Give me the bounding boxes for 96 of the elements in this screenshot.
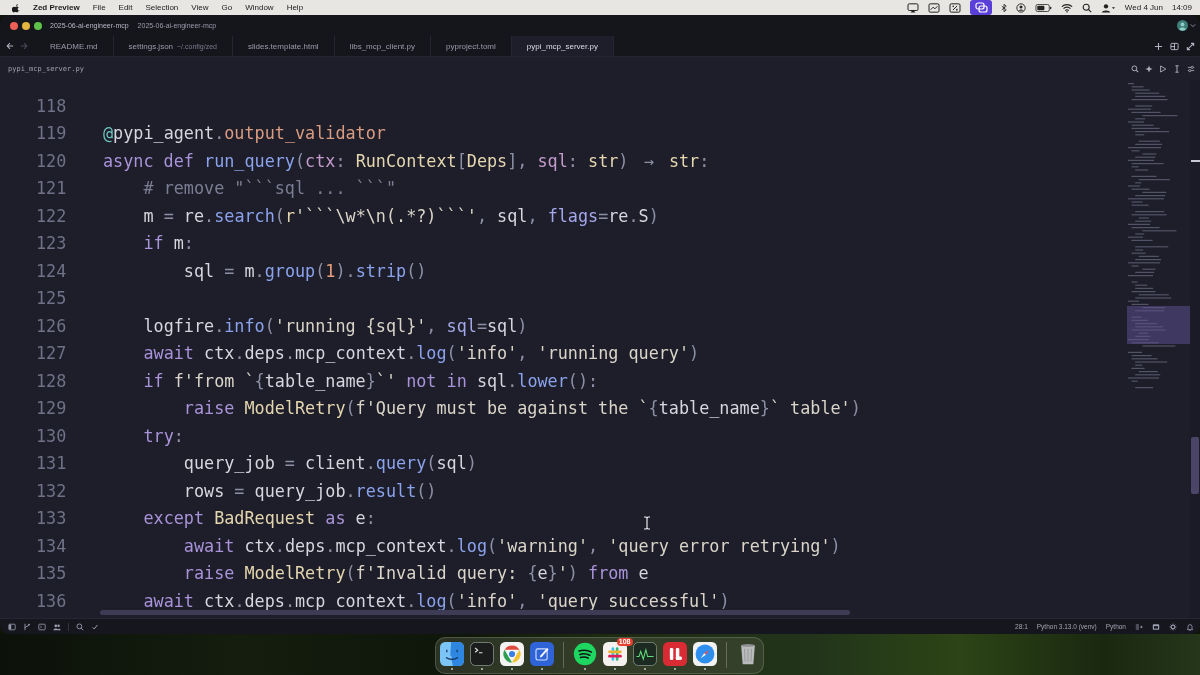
play-icon[interactable] xyxy=(1159,64,1167,73)
split-pane-icon[interactable] xyxy=(1170,41,1179,51)
code-line: except BadRequest as e: xyxy=(143,508,376,529)
branch-icon[interactable] xyxy=(23,622,31,631)
compass-icon[interactable] xyxy=(692,642,717,666)
line-number: 128 xyxy=(36,370,67,391)
text-cursor-icon[interactable] xyxy=(1173,64,1181,73)
menu-bar-time[interactable]: 14:09 xyxy=(1171,3,1192,12)
line-number: 126 xyxy=(36,315,67,336)
code-line: query_job = client.query(sql) xyxy=(183,453,477,474)
vertical-scrollbar-thumb[interactable] xyxy=(1191,437,1199,494)
zoom-window-button[interactable] xyxy=(34,21,42,30)
code-line: raise ModelRetry(f'Invalid query: {e}') from e xyxy=(183,563,649,584)
menu-item[interactable]: Help xyxy=(286,3,304,12)
check-icon[interactable] xyxy=(91,622,99,631)
line-number: 120 xyxy=(36,150,67,171)
search-icon[interactable] xyxy=(76,622,84,631)
menu-bar-date[interactable]: Wed 4 Jun xyxy=(1124,3,1163,12)
pencil-tile-icon[interactable] xyxy=(529,642,554,666)
code-line: rows = query_job.result() xyxy=(183,480,437,501)
line-number: 132 xyxy=(36,480,67,501)
code-line: if f'from `{table_name}`' not in sql.lower(): xyxy=(143,370,599,391)
code-line: try: xyxy=(143,425,184,446)
terminal-icon[interactable] xyxy=(469,642,494,666)
stacked-squares-icon[interactable] xyxy=(969,0,992,15)
line-number: 129 xyxy=(36,398,67,419)
menu-item[interactable]: Go xyxy=(221,3,233,12)
screen-mirroring-icon[interactable] xyxy=(906,2,919,13)
line-number: 136 xyxy=(36,590,67,611)
monitor-graph-icon[interactable] xyxy=(632,642,657,666)
sidebar-icon[interactable] xyxy=(8,622,16,631)
menu-item[interactable]: Window xyxy=(245,3,274,12)
list-plus-icon[interactable] xyxy=(1135,622,1143,631)
search-icon[interactable] xyxy=(1081,2,1092,13)
code-line: await ctx.deps.mcp_context.log('warning', 'query error retrying') xyxy=(183,535,841,556)
vertical-scrollbar[interactable] xyxy=(1190,80,1200,618)
tab[interactable]: pypi_mcp_server.py xyxy=(511,36,614,56)
avatar-icon[interactable] xyxy=(1177,20,1188,31)
menu-item[interactable]: File xyxy=(92,3,106,12)
code-line: logfire.info('running {sql}', sql=sql) xyxy=(143,315,528,336)
bluetooth-icon[interactable] xyxy=(1000,2,1007,13)
line-number: 127 xyxy=(36,343,67,364)
app-menu[interactable]: Zed Preview xyxy=(33,3,80,12)
code-line: await ctx.deps.mcp_context.log('info', 'running query') xyxy=(143,343,700,364)
i-beam-cursor-icon xyxy=(643,516,651,530)
terminal-box-icon[interactable] xyxy=(38,622,46,631)
menu-item[interactable]: Edit xyxy=(118,3,133,12)
line-number: 131 xyxy=(36,453,67,474)
line-number: 123 xyxy=(36,233,67,254)
line-number: 134 xyxy=(36,535,67,556)
code-line: async def run_query(ctx: RunContext[Deps], sql: str) → str: xyxy=(103,150,710,171)
apple-logo-icon[interactable] xyxy=(12,2,21,13)
search-icon[interactable] xyxy=(1131,64,1139,73)
wifi-icon[interactable] xyxy=(1060,2,1073,13)
expand-icon[interactable] xyxy=(1186,41,1195,51)
menu-item[interactable]: View xyxy=(191,3,209,12)
battery-icon[interactable] xyxy=(1034,3,1052,12)
code-line: sql = m.group(1).strip() xyxy=(183,260,427,281)
line-number: 124 xyxy=(36,260,67,281)
ring-logo-icon[interactable] xyxy=(499,642,524,666)
minimize-window-button[interactable] xyxy=(22,21,30,30)
position-marker-icon xyxy=(1191,160,1200,162)
smiley-tile-icon[interactable] xyxy=(439,642,464,666)
sliders-icon[interactable] xyxy=(1187,64,1195,73)
code-line: @pypi_agent.output_validator xyxy=(103,123,386,144)
line-number: 130 xyxy=(36,425,67,446)
horizontal-scrollbar-thumb[interactable] xyxy=(100,610,850,615)
code-line: raise ModelRetry(f'Query must be against the `{table_name}` table') xyxy=(183,398,861,419)
percent-box-icon[interactable] xyxy=(948,2,961,13)
close-window-button[interactable] xyxy=(10,21,18,30)
plus-icon[interactable] xyxy=(1154,41,1163,51)
chart-icon[interactable] xyxy=(927,2,940,13)
line-number: 133 xyxy=(36,508,67,529)
people-icon[interactable] xyxy=(53,622,61,631)
menu-item[interactable]: Selection xyxy=(145,3,179,12)
bell-icon[interactable] xyxy=(1186,622,1194,631)
line-number: 119 xyxy=(36,123,67,144)
code-line: # remove "```sql ... ```" xyxy=(143,178,396,199)
panel-box-icon[interactable] xyxy=(1152,622,1160,631)
arrow-left-icon[interactable] xyxy=(6,42,14,50)
line-number: 135 xyxy=(36,563,67,584)
code-line: m = re.search(r'```\w*\n(.*?)```', sql, flags=re.S) xyxy=(143,205,659,226)
sparkle-icon[interactable] xyxy=(1145,64,1153,73)
chevron-down-icon[interactable] xyxy=(1190,23,1196,28)
hash-tile-icon[interactable] xyxy=(602,642,627,666)
gear-icon[interactable] xyxy=(1169,622,1177,631)
sound-waves-icon[interactable] xyxy=(572,642,597,666)
user-circle-icon[interactable] xyxy=(1015,2,1026,13)
line-number: 122 xyxy=(36,205,67,226)
line-number: 121 xyxy=(36,178,67,199)
code-line: if m: xyxy=(143,233,194,254)
code-line: await ctx.deps.mcp_context.log('info', 'query successful') xyxy=(143,590,730,611)
bars-tile-icon[interactable] xyxy=(662,642,687,666)
person-caret-icon[interactable] xyxy=(1100,2,1116,13)
line-number: 125 xyxy=(36,288,67,309)
line-number: 118 xyxy=(36,95,67,116)
